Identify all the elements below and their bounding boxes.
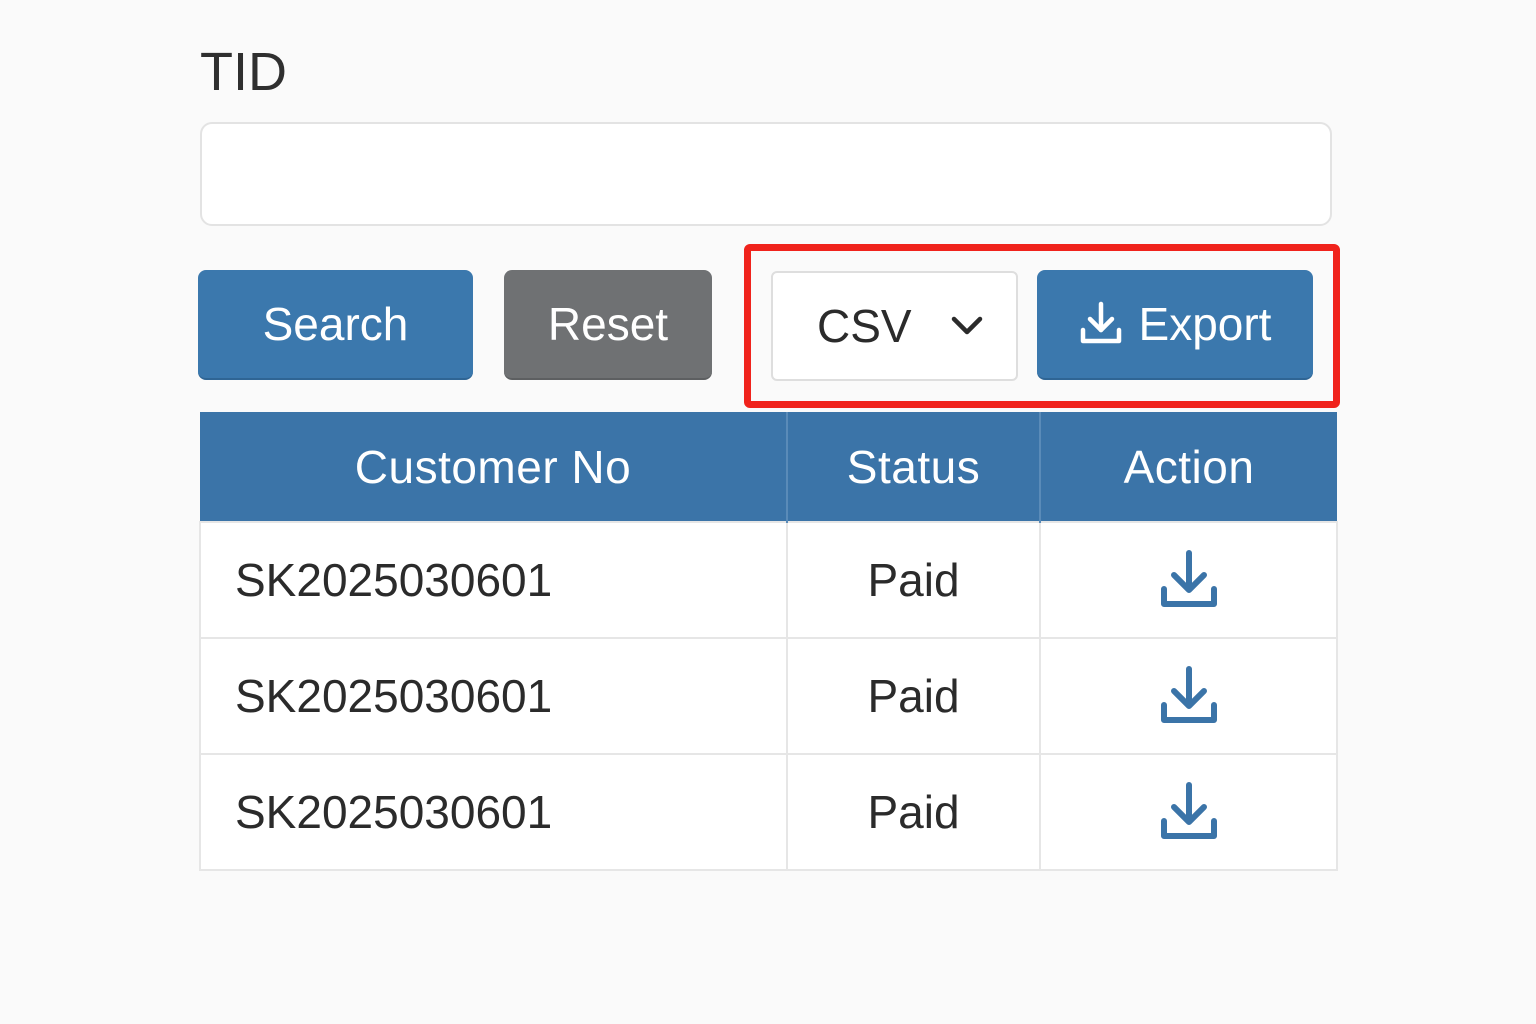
column-header-customer-no[interactable]: Customer No	[200, 412, 788, 522]
customer-no-cell: SK2025030601	[199, 753, 788, 871]
customer-no-cell: SK2025030601	[199, 521, 788, 639]
action-cell	[1039, 521, 1338, 639]
export-button-label: Export	[1138, 298, 1272, 350]
download-icon	[1080, 301, 1121, 344]
search-button-label: Search	[262, 298, 409, 350]
table-row: SK2025030601 Paid	[199, 637, 1338, 755]
export-format-value: CSV	[817, 300, 912, 352]
chevron-down-icon	[951, 316, 983, 335]
download-icon[interactable]	[1159, 781, 1219, 843]
export-format-select[interactable]: CSV	[771, 271, 1018, 381]
action-cell	[1039, 637, 1338, 755]
table-row: SK2025030601 Paid	[199, 753, 1338, 871]
table-header-row: Customer No Status Action	[200, 412, 1337, 522]
action-cell	[1039, 753, 1338, 871]
download-icon[interactable]	[1159, 665, 1219, 727]
search-button[interactable]: Search	[198, 270, 473, 380]
page: TID Search Reset CSV Export Customer No	[0, 0, 1536, 1024]
tid-input[interactable]	[200, 122, 1332, 226]
status-cell: Paid	[786, 637, 1041, 755]
results-table: Customer No Status Action SK2025030601 P…	[199, 412, 1338, 871]
status-cell: Paid	[786, 521, 1041, 639]
reset-button[interactable]: Reset	[504, 270, 712, 380]
download-icon[interactable]	[1159, 549, 1219, 611]
table-row: SK2025030601 Paid	[199, 521, 1338, 639]
export-button[interactable]: Export	[1037, 270, 1313, 380]
column-header-status[interactable]: Status	[787, 412, 1041, 522]
reset-button-label: Reset	[547, 298, 669, 350]
status-cell: Paid	[786, 753, 1041, 871]
customer-no-cell: SK2025030601	[199, 637, 788, 755]
tid-label: TID	[200, 42, 287, 102]
column-header-action: Action	[1040, 412, 1337, 522]
